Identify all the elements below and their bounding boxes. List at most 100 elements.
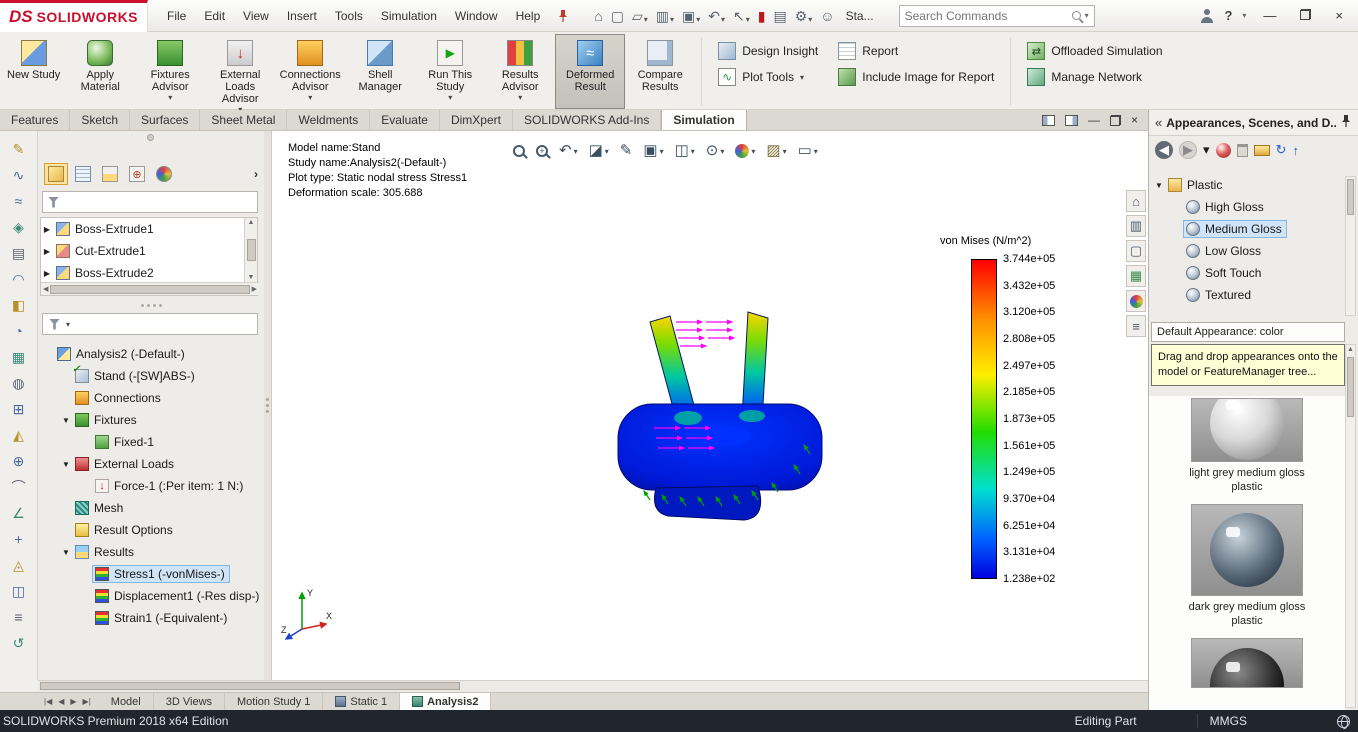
appearance-tree-item[interactable]: ▼ Plastic [1151, 174, 1343, 196]
ribbon-button[interactable]: New Study [2, 34, 65, 109]
appearance-thumbnail[interactable]: dark grey medium gloss plastic [1182, 504, 1312, 628]
tree-item[interactable]: Mesh [40, 497, 262, 519]
document-tab[interactable]: Motion Study 1 [225, 693, 324, 710]
scroll-up-icon[interactable]: ▲ [248, 219, 255, 226]
appearances-tool-button[interactable]: ↑ [1292, 143, 1299, 158]
scrollbar-thumb[interactable] [50, 284, 250, 294]
units-selector[interactable]: MMGS [1206, 714, 1251, 728]
scrollbar-thumb[interactable] [40, 682, 460, 690]
toolbar-button[interactable]: ⚙ ▾ [792, 6, 816, 26]
ribbon-small-button[interactable]: Manage Network [1027, 68, 1162, 86]
appearance-tree-item[interactable]: High Gloss [1151, 196, 1343, 218]
model-3d-stand[interactable] [592, 296, 892, 526]
ribbon-button[interactable]: Apply Material [65, 34, 135, 109]
ribbon-button[interactable]: Results Advisor ▾ [485, 34, 555, 109]
tab-scroll-button[interactable]: ◀ [56, 697, 66, 706]
view-tool-button[interactable]: ⊙ ▾ [703, 141, 728, 161]
side-tool-button[interactable]: ◫ [5, 579, 33, 603]
feature-filter-input[interactable] [64, 196, 252, 208]
commandmanager-tab[interactable]: Simulation [661, 110, 747, 130]
tree-item[interactable]: ▶ Boss-Extrude1 [41, 218, 243, 240]
appearance-tree-item[interactable]: Low Gloss [1151, 240, 1343, 262]
appearance-tree-item[interactable]: Medium Gloss [1151, 218, 1343, 240]
side-tool-button[interactable]: ↺ [5, 631, 33, 655]
document-tab[interactable]: Analysis2 [400, 693, 492, 710]
toolbar-button[interactable]: Sta... [840, 7, 877, 25]
filter-dropdown-icon[interactable]: ▾ [66, 320, 70, 329]
scrollbar-thumb[interactable] [246, 239, 256, 261]
appearances-tool-button[interactable] [1253, 144, 1270, 156]
featuremanager-tab[interactable] [71, 163, 95, 185]
document-tab[interactable]: 3D Views [154, 693, 226, 710]
expand-panel-icon[interactable]: › [254, 167, 258, 181]
tree-item[interactable]: ▼ Fixtures [40, 409, 262, 431]
commandmanager-tab[interactable]: SOLIDWORKS Add-Ins [513, 110, 662, 130]
featuremanager-tab[interactable] [125, 163, 149, 185]
pin-pane-icon[interactable] [1340, 114, 1352, 131]
tree-item[interactable]: Force-1 (:Per item: 1 N:) [40, 475, 262, 497]
appearance-thumbnail[interactable]: light grey medium gloss plastic [1182, 398, 1312, 494]
scroll-left-icon[interactable]: ◀ [43, 285, 48, 293]
search-dropdown-icon[interactable]: ▾ [1085, 11, 1089, 20]
toolbar-button[interactable]: ⌂ [591, 6, 605, 26]
tree-scrollbar[interactable] [1345, 176, 1356, 316]
display-pane-button[interactable] [1126, 290, 1146, 312]
appearance-tree-item[interactable]: Soft Touch [1151, 262, 1343, 284]
commandmanager-tab[interactable]: Weldments [287, 110, 371, 130]
tree-item[interactable]: Result Options [40, 519, 262, 541]
panel-splitter-handle[interactable] [147, 134, 154, 141]
commandmanager-tab[interactable]: Features [0, 110, 71, 130]
document-tab[interactable]: Model [99, 693, 154, 710]
tree-item[interactable]: Stand (-[SW]ABS-) [40, 364, 262, 387]
tab-scroll-button[interactable]: ▶| [81, 697, 93, 706]
tree-item[interactable]: ▶ Boss-Extrude2 [41, 262, 243, 284]
tree-splitter-handle[interactable] [38, 301, 264, 309]
menu-item[interactable]: Edit [195, 5, 234, 27]
display-pane-button[interactable]: ▢ [1126, 240, 1146, 262]
document-tab[interactable]: Static 1 [323, 693, 401, 710]
side-tool-button[interactable]: ∿ [5, 163, 33, 187]
search-icon[interactable] [1071, 11, 1081, 20]
side-tool-button[interactable]: ◭ [5, 423, 33, 447]
ribbon-button[interactable]: Deformed Result [555, 34, 626, 109]
panel-splitter[interactable] [264, 131, 272, 680]
display-pane-button[interactable]: ▥ [1126, 215, 1146, 237]
featuremanager-tab[interactable] [98, 163, 122, 185]
side-tool-button[interactable]: ▤ [5, 241, 33, 265]
tree-item[interactable]: ▼ Results [40, 541, 262, 563]
ribbon-small-button[interactable]: Report [838, 42, 994, 60]
commandmanager-tab[interactable]: Sheet Metal [200, 110, 288, 130]
side-tool-button[interactable]: + [5, 527, 33, 551]
side-tool-button[interactable]: ⊞ [5, 397, 33, 421]
side-tool-button[interactable]: ∠ [5, 501, 33, 525]
collapse-pane-icon[interactable]: « [1155, 115, 1162, 130]
minimize-window-button[interactable]: — [1256, 6, 1283, 25]
ribbon-button[interactable]: Fixtures Advisor ▾ [135, 34, 205, 109]
appearance-tree-item[interactable]: Textured [1151, 284, 1343, 306]
pane-control-button[interactable] [1064, 114, 1078, 126]
scroll-up-icon[interactable]: ▲ [1346, 345, 1355, 355]
menu-item[interactable]: File [158, 5, 195, 27]
ribbon-button[interactable]: Compare Results [625, 34, 695, 109]
search-input[interactable] [904, 8, 1068, 23]
tree-item[interactable]: Displacement1 (-Res disp-) [40, 585, 262, 607]
scrollbar-thumb[interactable] [1347, 357, 1354, 417]
menu-item[interactable]: View [234, 5, 278, 27]
toolbar-button[interactable]: ▤ [770, 6, 789, 26]
scroll-right-icon[interactable]: ▶ [252, 285, 257, 293]
side-tool-button[interactable]: ◍ [5, 371, 33, 395]
view-tool-button[interactable] [533, 143, 551, 159]
ribbon-button[interactable]: External Loads Advisor ▾ [205, 34, 275, 114]
tree-item[interactable]: ▶ Cut-Extrude1 [41, 240, 243, 262]
appearances-tool-button[interactable] [1236, 143, 1248, 157]
side-tool-button[interactable]: ◠ [5, 267, 33, 291]
tree-item[interactable]: Connections [40, 387, 262, 409]
pane-control-button[interactable] [1109, 114, 1121, 126]
side-tool-button[interactable]: ✎ [5, 137, 33, 161]
tree-item[interactable]: Analysis2 (-Default-) [40, 343, 262, 365]
close-window-button[interactable]: × [1328, 6, 1350, 25]
appearances-tool-button[interactable]: ▶ [1179, 141, 1197, 159]
view-tool-button[interactable]: ✎ [617, 141, 636, 161]
commandmanager-tab[interactable]: Evaluate [370, 110, 440, 130]
side-tool-button[interactable]: ◬ [5, 553, 33, 577]
